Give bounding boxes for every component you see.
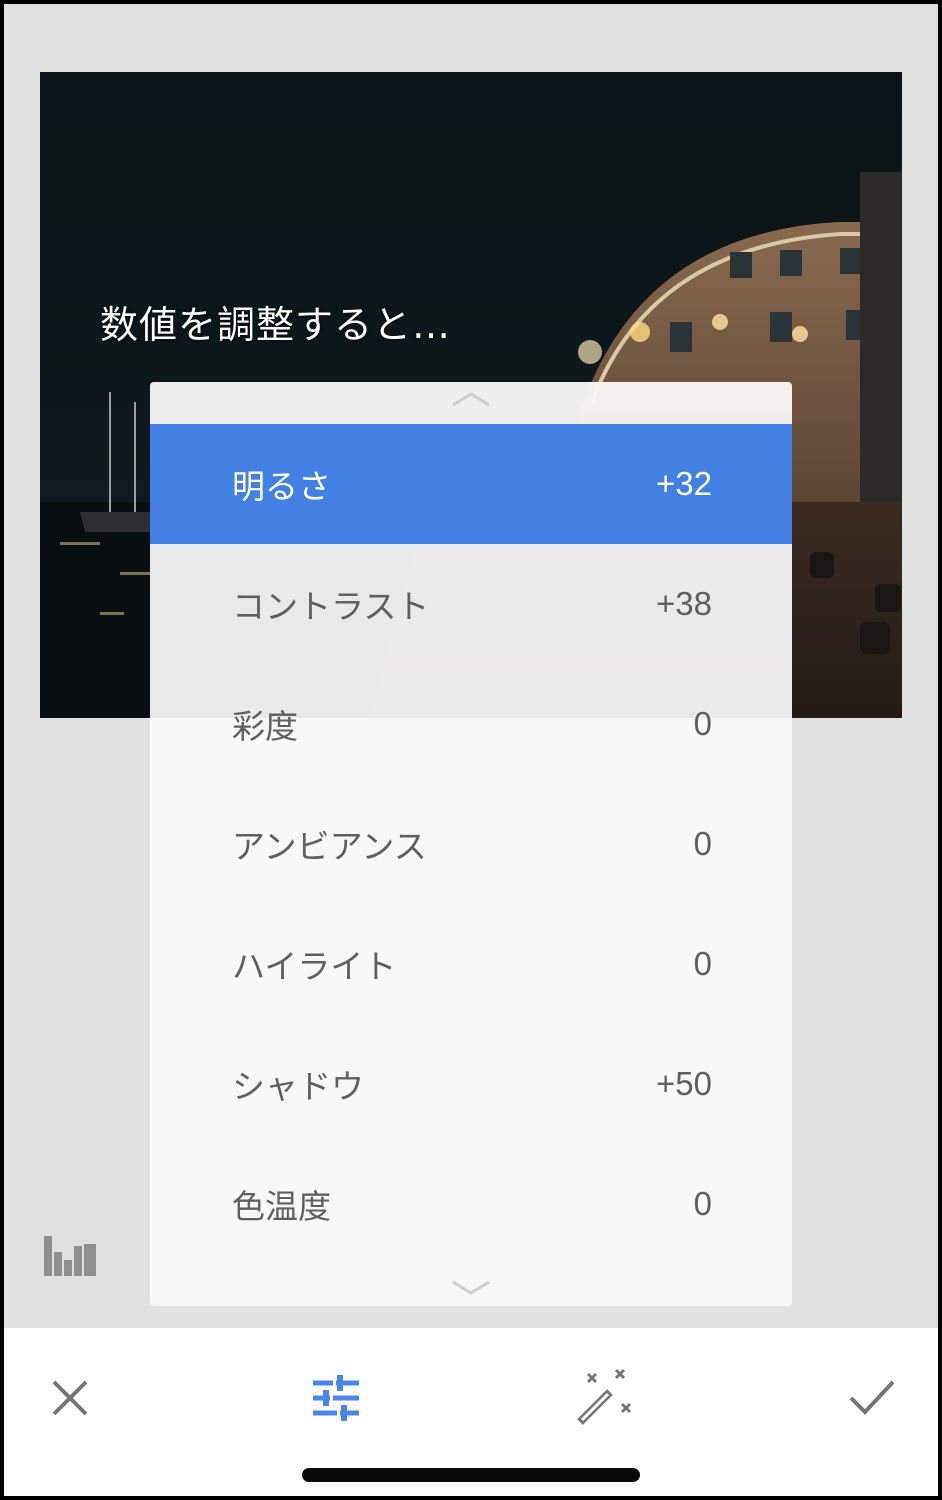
adjustment-label: 彩度 (232, 707, 298, 746)
adjustment-row-ambiance[interactable]: アンビアンス 0 (150, 784, 792, 904)
adjustment-value: 0 (693, 705, 712, 742)
adjustment-row-saturation[interactable]: 彩度 0 (150, 664, 792, 784)
overlay-caption: 数値を調整すると… (100, 303, 452, 347)
adjustment-label: アンビアンス (232, 827, 427, 866)
close-icon[interactable] (40, 1368, 100, 1428)
adjustment-row-shadows[interactable]: シャドウ +50 (150, 1024, 792, 1144)
adjustment-value: +38 (656, 585, 712, 622)
chevron-up-icon[interactable] (451, 388, 491, 413)
adjustment-row-brightness[interactable]: 明るさ +32 (150, 424, 792, 544)
chevron-down-icon[interactable] (451, 1277, 491, 1302)
app-screen: 数値を調整すると… 明るさ +32 コントラスト +38 彩度 0 アンビアンス… (4, 4, 938, 1496)
adjustment-label: コントラスト (232, 587, 430, 626)
adjustment-row-warmth[interactable]: 色温度 0 (150, 1144, 792, 1264)
adjustment-value: +50 (656, 1065, 712, 1102)
adjustment-list-panel[interactable]: 明るさ +32 コントラスト +38 彩度 0 アンビアンス 0 ハイライト 0… (150, 382, 792, 1306)
adjustment-label: シャドウ (232, 1067, 364, 1106)
checkmark-icon[interactable] (842, 1368, 902, 1428)
adjustment-row-contrast[interactable]: コントラスト +38 (150, 544, 792, 664)
adjustment-label: 明るさ (232, 467, 331, 506)
adjustment-value: 0 (693, 945, 712, 982)
adjustment-value: +32 (656, 465, 712, 502)
adjustment-label: ハイライト (232, 947, 397, 986)
adjustment-value: 0 (693, 825, 712, 862)
adjustment-label: 色温度 (232, 1187, 331, 1226)
sliders-icon[interactable] (306, 1368, 366, 1428)
adjustment-row-highlights[interactable]: ハイライト 0 (150, 904, 792, 1024)
magic-wand-icon[interactable] (574, 1368, 634, 1428)
home-indicator[interactable] (302, 1468, 640, 1482)
histogram-icon[interactable] (44, 1236, 98, 1276)
adjustment-value: 0 (693, 1185, 712, 1222)
bottom-toolbar (4, 1328, 938, 1496)
